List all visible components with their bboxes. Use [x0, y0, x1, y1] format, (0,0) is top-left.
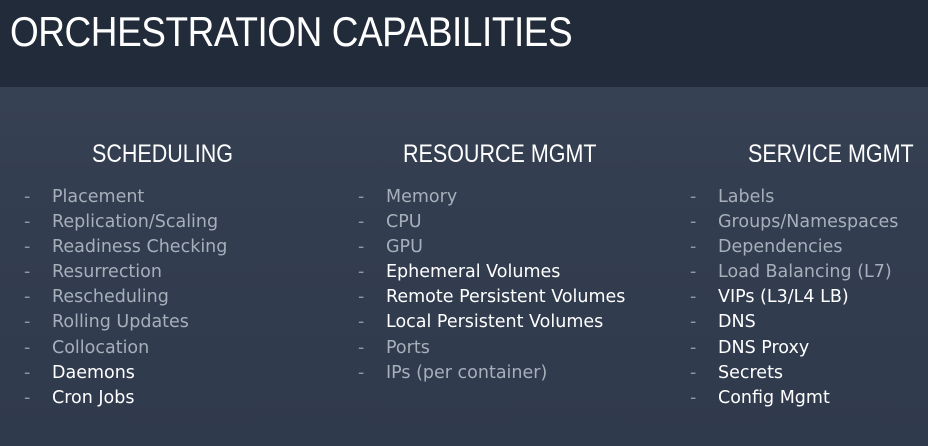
list-item-label: VIPs (L3/L4 LB): [718, 287, 849, 308]
title-bar: ORCHESTRATION CAPABILITIES: [0, 0, 928, 87]
bullet-dash: -: [358, 237, 365, 258]
list-item-label: Rolling Updates: [52, 312, 189, 333]
bullet-dash: -: [358, 312, 365, 333]
list-item-label: Groups/Namespaces: [718, 212, 899, 233]
list-item-label: DNS Proxy: [718, 337, 810, 358]
list-item-label: Memory: [386, 187, 458, 207]
bullet-dash: -: [24, 287, 31, 308]
list-item-label: Dependencies: [718, 237, 843, 258]
bullet-dash: -: [358, 187, 365, 207]
list-item-label: Ports: [386, 337, 430, 358]
list-item-label: Local Persistent Volumes: [386, 312, 604, 333]
list-item-label: Readiness Checking: [52, 237, 228, 258]
list-item-label: Cron Jobs: [52, 387, 135, 408]
bullet-dash: -: [690, 237, 697, 258]
list-item-label: IPs (per container): [386, 362, 548, 383]
bullet-dash: -: [690, 312, 697, 333]
list-item-label: Rescheduling: [52, 287, 169, 308]
list-item-label: Config Mgmt: [718, 387, 830, 408]
bullet-dash: -: [24, 212, 31, 233]
column-heading: SERVICE MGMT: [748, 140, 914, 168]
list-item-label: GPU: [386, 237, 423, 258]
bullet-dash: -: [358, 262, 365, 283]
bullet-dash: -: [24, 337, 31, 358]
bullet-dash: -: [358, 212, 365, 233]
bullet-dash: -: [690, 187, 697, 207]
bullet-dash: -: [690, 212, 697, 233]
list-item-label: Replication/Scaling: [52, 212, 219, 233]
list-item-label: Placement: [52, 187, 145, 207]
column-heading: SCHEDULING: [92, 140, 233, 168]
list-item-label: Resurrection: [52, 262, 162, 283]
slide: ORCHESTRATION CAPABILITIES SCHEDULING -P…: [0, 0, 928, 446]
bullet-dash: -: [24, 262, 31, 283]
bullet-dash: -: [24, 187, 31, 207]
bullet-dash: -: [358, 362, 365, 383]
bullet-dash: -: [690, 362, 697, 383]
bullet-dash: -: [690, 337, 697, 358]
bullet-dash: -: [24, 387, 31, 408]
slide-title: ORCHESTRATION CAPABILITIES: [10, 8, 573, 55]
bullet-dash: -: [358, 337, 365, 358]
bullet-dash: -: [24, 362, 31, 383]
list-item-label: Load Balancing (L7): [718, 262, 892, 283]
list-item-label: Collocation: [52, 337, 150, 358]
list-item-label: Daemons: [52, 362, 135, 383]
bullet-dash: -: [358, 287, 365, 308]
list-item-label: Ephemeral Volumes: [386, 262, 561, 283]
column-heading: RESOURCE MGMT: [403, 140, 597, 168]
bullet-dash: -: [24, 312, 31, 333]
bullet-dash: -: [24, 237, 31, 258]
bullet-dash: -: [690, 287, 697, 308]
list-item-label: Remote Persistent Volumes: [386, 287, 626, 308]
list-item-label: Secrets: [718, 362, 784, 383]
list-item-label: CPU: [386, 212, 422, 233]
bullet-dash: -: [690, 262, 697, 283]
list-item-label: DNS: [718, 312, 756, 333]
bullet-dash: -: [690, 387, 697, 408]
list-item-label: Labels: [718, 187, 775, 207]
